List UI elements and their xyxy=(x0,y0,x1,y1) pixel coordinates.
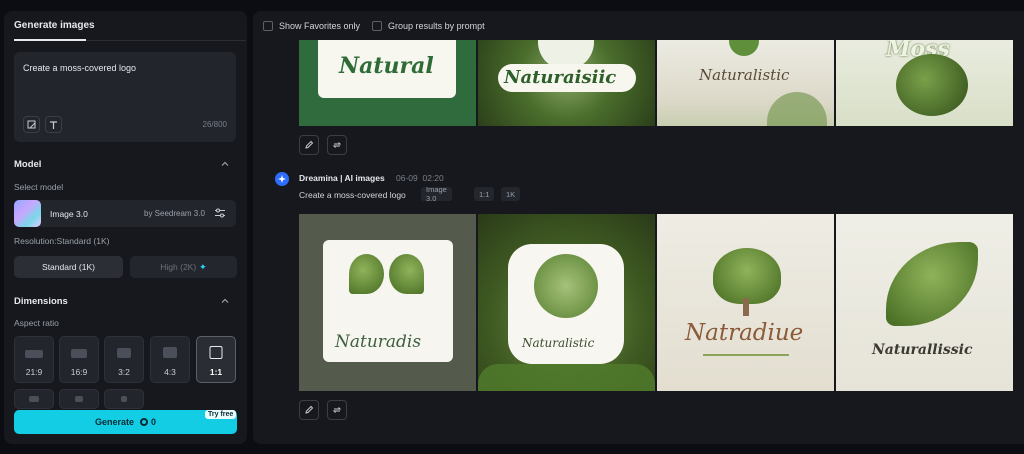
pencil-icon xyxy=(305,140,314,149)
moss-foreground xyxy=(767,92,827,126)
moss-leaf-left xyxy=(349,254,384,294)
logo-text: Natradiue xyxy=(685,320,804,346)
ratio-option-3-2[interactable]: 3:2 xyxy=(104,336,144,383)
regenerate-button[interactable] xyxy=(327,135,347,155)
logo-text: Naturadis xyxy=(335,332,422,352)
image-grid-previous: Natural Naturaisiic Naturalistic Moss xyxy=(299,40,1013,126)
moss-leaf-right xyxy=(389,254,424,294)
model-section-title: Model xyxy=(14,159,42,170)
ratio-preview-shape xyxy=(209,346,223,359)
moss-tree-shape xyxy=(729,40,759,56)
resolution-standard-button[interactable]: Standard (1K) xyxy=(14,256,123,278)
result-image[interactable]: Moss xyxy=(836,40,1013,126)
chevron-up-icon[interactable] xyxy=(220,159,230,169)
result-image[interactable]: Naturalistic xyxy=(478,214,655,391)
show-favorites-toggle[interactable]: Show Favorites only xyxy=(263,21,360,31)
generation-timestamp: 06-09 02:20 xyxy=(396,173,444,183)
tag-resolution: 1K xyxy=(501,187,521,201)
logo-underline xyxy=(703,354,789,356)
aspect-ratio-label: Aspect ratio xyxy=(14,318,59,328)
resolution-label: Resolution:Standard (1K) xyxy=(14,236,110,246)
credit-cost: 0 xyxy=(140,417,156,427)
ratio-option-21-9[interactable]: 21:9 xyxy=(14,336,54,383)
ratio-option-more[interactable] xyxy=(14,389,54,409)
text-style-button[interactable] xyxy=(45,116,62,133)
pencil-icon xyxy=(305,405,314,414)
ratio-preview-shape xyxy=(117,348,131,358)
logo-text: Naturalistic xyxy=(699,66,790,84)
resolution-high-button[interactable]: High (2K) ✦ xyxy=(130,256,237,278)
dimensions-section-title: Dimensions xyxy=(14,296,68,307)
chevron-up-icon[interactable] xyxy=(220,296,230,306)
result-image[interactable]: Naturaisiic xyxy=(478,40,655,126)
tab-active-indicator xyxy=(14,39,86,41)
group-by-prompt-toggle[interactable]: Group results by prompt xyxy=(372,21,485,31)
checkbox[interactable] xyxy=(372,21,383,31)
ratio-preview-shape xyxy=(29,396,39,402)
tag-ratio: 1:1 xyxy=(474,187,495,201)
image-grid-current: Naturadis Naturalistic Natradiue Natural… xyxy=(299,214,1013,391)
moss-tree-shape xyxy=(713,248,781,304)
sparkle-icon: ✦ xyxy=(199,261,207,272)
ratio-option-4-3[interactable]: 4:3 xyxy=(150,336,190,383)
model-selector[interactable]: Image 3.0 by Seedream 3.0 xyxy=(14,200,236,227)
ratio-option-more[interactable] xyxy=(59,389,99,409)
ratio-preview-shape xyxy=(75,396,83,402)
result-image[interactable]: Naturadis xyxy=(299,214,476,391)
result-image[interactable]: Natradiue xyxy=(657,214,834,391)
dreamina-logo-icon xyxy=(275,172,289,186)
ratio-preview-shape xyxy=(71,349,87,358)
ratio-preview-shape xyxy=(163,347,177,358)
result-image[interactable]: Naturallissic xyxy=(836,214,1013,391)
model-thumbnail xyxy=(14,200,41,227)
moss-leaf-shape xyxy=(886,242,978,326)
select-model-label: Select model xyxy=(14,182,64,192)
leaf-emblem xyxy=(534,254,598,318)
moss-foreground xyxy=(478,364,655,391)
logo-text: Natural xyxy=(339,53,434,79)
ratio-preview-shape xyxy=(25,350,43,358)
ratio-preview-shape xyxy=(121,396,127,402)
tab-generate-images[interactable]: Generate images xyxy=(14,20,95,31)
result-image[interactable]: Natural xyxy=(299,40,476,126)
text-style-icon xyxy=(49,120,57,129)
logo-text: Naturaisiic xyxy=(504,67,617,88)
ratio-option-more[interactable] xyxy=(104,389,144,409)
edit-button[interactable] xyxy=(299,400,319,420)
ratio-option-1-1[interactable]: 1:1 xyxy=(196,336,236,383)
checkbox[interactable] xyxy=(263,21,273,31)
result-image[interactable]: Naturalistic xyxy=(657,40,834,126)
generation-panel: Generate images Create a moss-covered lo… xyxy=(4,11,247,444)
prompt-input[interactable]: Create a moss-covered logo 26/800 xyxy=(14,52,236,142)
tree-trunk xyxy=(743,298,749,316)
tag-model: Image 3.0 xyxy=(421,185,452,203)
generation-prompt[interactable]: Create a moss-covered logo xyxy=(299,190,406,200)
results-filters: Show Favorites only Group results by pro… xyxy=(263,19,497,33)
results-panel: Show Favorites only Group results by pro… xyxy=(253,11,1024,444)
edit-button[interactable] xyxy=(299,135,319,155)
ratio-option-16-9[interactable]: 16:9 xyxy=(59,336,99,383)
settings-sliders-icon[interactable] xyxy=(214,207,226,219)
logo-text: Naturallissic xyxy=(872,342,973,358)
model-name: Image 3.0 xyxy=(50,209,88,219)
repeat-icon xyxy=(332,407,342,413)
credit-coin-icon xyxy=(140,418,148,426)
repeat-icon xyxy=(332,142,342,148)
generation-source: Dreamina | AI images xyxy=(299,173,385,183)
generate-button[interactable]: Generate 0 xyxy=(14,410,237,434)
image-reference-button[interactable] xyxy=(23,116,40,133)
model-provider: by Seedream 3.0 xyxy=(144,209,205,218)
panel-tabs: Generate images xyxy=(14,11,246,41)
regenerate-button[interactable] xyxy=(327,400,347,420)
logo-text: Naturalistic xyxy=(522,336,595,350)
prompt-text[interactable]: Create a moss-covered logo xyxy=(23,63,136,73)
image-reference-icon xyxy=(27,120,35,128)
moss-sphere xyxy=(896,54,968,116)
try-free-badge: Try free xyxy=(205,410,237,419)
char-counter: 26/800 xyxy=(202,120,227,129)
